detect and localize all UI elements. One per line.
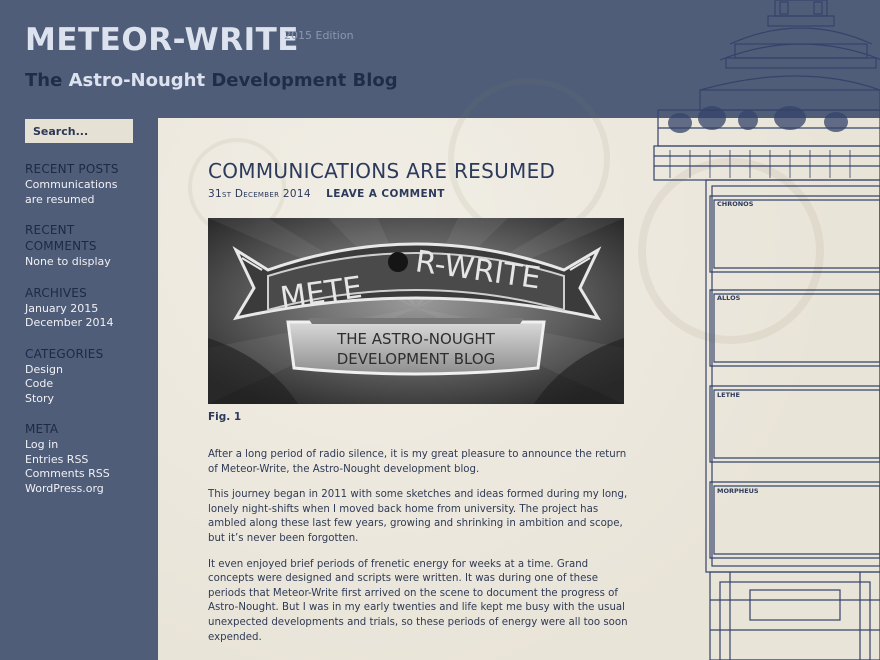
post-paragraph-3: It even enjoyed brief periods of freneti…: [208, 558, 628, 643]
recent-comments-heading-line1: Recent: [25, 223, 75, 237]
tagline-highlight: Astro-Nought: [68, 70, 206, 91]
meta-link-comments-rss[interactable]: Comments RSS: [25, 467, 145, 482]
archive-link-january-2015[interactable]: January 2015: [25, 302, 145, 317]
widget-recent-comments: Recent Comments None to display: [25, 223, 145, 270]
blueprint-label-chronos: CHRONOS: [717, 200, 754, 208]
blueprint-label-allos: ALLOS: [717, 294, 741, 302]
blueprint-label-morpheus: MORPHEUS: [717, 487, 759, 495]
recent-posts-heading: Recent Posts: [25, 162, 119, 176]
widget-categories: Categories Design Code Story: [25, 347, 145, 407]
edition-label: 2015 Edition: [284, 29, 354, 42]
sidebar: Recent Posts Communications are resumed …: [25, 162, 145, 512]
site-tagline: The Astro-Nought Development Blog: [25, 70, 398, 91]
categories-heading: Categories: [25, 346, 104, 361]
post-paragraph-2: This journey began in 2011 with some ske…: [208, 489, 628, 544]
widget-meta: Meta Log in Entries RSS Comments RSS Wor…: [25, 422, 145, 496]
site-title[interactable]: METEOR-WRITE: [25, 22, 299, 58]
meta-link-wordpress-org[interactable]: WordPress.org: [25, 482, 145, 497]
archives-heading: Archives: [25, 285, 87, 300]
figure-caption: Fig. 1: [208, 411, 242, 423]
archive-link-december-2014[interactable]: December 2014: [25, 316, 145, 331]
leave-comment-link[interactable]: LEAVE A COMMENT: [326, 188, 445, 200]
blueprint-illustration: CHRONOS ALLOS LETHE MORPHEUS: [653, 0, 880, 660]
recent-post-link-line2[interactable]: are resumed: [25, 193, 145, 208]
tagline-prefix: The: [25, 70, 69, 91]
post-title[interactable]: COMMUNICATIONS ARE RESUMED: [208, 159, 555, 183]
banner-line2: DEVELOPMENT BLOG: [337, 350, 496, 368]
meta-heading: Meta: [25, 422, 59, 436]
post-featured-image[interactable]: METE R-WRITE THE ASTRO-NOUGHT DEVELOPMEN…: [208, 218, 624, 404]
meta-link-entries-rss[interactable]: Entries RSS: [25, 453, 145, 468]
widget-archives: Archives January 2015 December 2014: [25, 286, 145, 331]
tagline-suffix: Development Blog: [205, 70, 398, 91]
category-link-design[interactable]: Design: [25, 363, 145, 378]
post-meta: 31st December 2014 LEAVE A COMMENT: [208, 188, 445, 200]
widget-recent-posts: Recent Posts Communications are resumed: [25, 162, 145, 207]
post-paragraph-1: After a long period of radio silence, it…: [208, 449, 627, 475]
blueprint-label-lethe: LETHE: [717, 391, 740, 399]
banner-line1: THE ASTRO-NOUGHT: [336, 330, 496, 348]
search-input[interactable]: [25, 119, 133, 143]
post-date[interactable]: 31st December 2014: [208, 188, 311, 200]
recent-post-link-line1[interactable]: Communications: [25, 178, 145, 193]
banner-graphic: METE R-WRITE THE ASTRO-NOUGHT DEVELOPMEN…: [208, 218, 624, 404]
category-link-story[interactable]: Story: [25, 392, 145, 407]
post-body: After a long period of radio silence, it…: [208, 448, 630, 656]
recent-comments-heading-line2: Comments: [25, 239, 97, 253]
recent-comments-empty: None to display: [25, 255, 111, 268]
meta-link-log-in[interactable]: Log in: [25, 438, 145, 453]
category-link-code[interactable]: Code: [25, 377, 145, 392]
